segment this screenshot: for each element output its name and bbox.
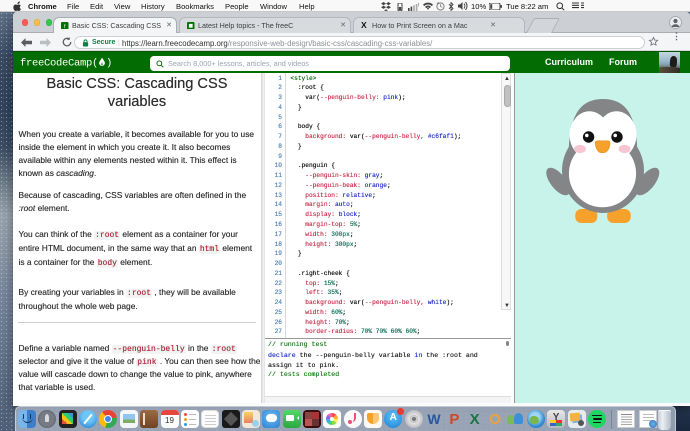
- svg-text:!: !: [418, 3, 419, 9]
